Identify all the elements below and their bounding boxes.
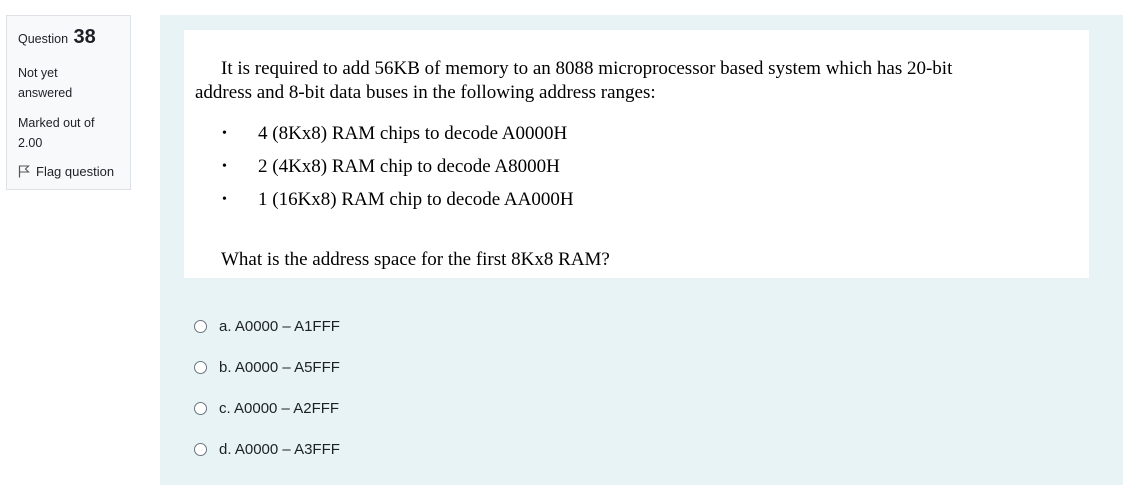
question-prompt: What is the address space for the first … bbox=[221, 249, 610, 270]
answer-option-c[interactable]: c. A0000 – A2FFF bbox=[194, 388, 340, 429]
state-line-2: answered bbox=[18, 86, 73, 100]
answer-label: c. A0000 – A2FFF bbox=[219, 400, 340, 417]
radio-button[interactable] bbox=[194, 361, 207, 374]
list-item-text: 2 (4Kx8) RAM chip to decode A8000H bbox=[258, 155, 560, 177]
answer-label: b. A0000 – A5FFF bbox=[219, 359, 340, 376]
bullet-dot: • bbox=[222, 158, 227, 174]
answer-option-a[interactable]: a. A0000 – A1FFF bbox=[194, 306, 340, 347]
radio-button[interactable] bbox=[194, 320, 207, 333]
radio-button[interactable] bbox=[194, 443, 207, 456]
bullet-dot: • bbox=[222, 125, 227, 141]
question-info-panel: Question 38 Not yet answered Marked out … bbox=[6, 15, 131, 190]
requirement-list: • 4 (8Kx8) RAM chips to decode A0000H • … bbox=[222, 117, 574, 216]
radio-button[interactable] bbox=[194, 402, 207, 415]
list-item: • 1 (16Kx8) RAM chip to decode AA000H bbox=[222, 183, 574, 216]
question-intro-line-1: It is required to add 56KB of memory to … bbox=[221, 58, 953, 79]
flag-question-button[interactable]: Flag question bbox=[18, 164, 119, 179]
question-state: Not yet answered bbox=[18, 63, 119, 103]
question-number-value: 38 bbox=[73, 26, 96, 48]
question-content: It is required to add 56KB of memory to … bbox=[160, 15, 1123, 485]
answer-option-d[interactable]: d. A0000 – A3FFF bbox=[194, 429, 340, 470]
answer-label: a. A0000 – A1FFF bbox=[219, 318, 340, 335]
question-intro: It is required to add 56KB of memory to … bbox=[195, 57, 1061, 105]
question-label: Question bbox=[18, 32, 69, 46]
question-number: Question 38 bbox=[18, 26, 119, 49]
list-item-text: 4 (8Kx8) RAM chips to decode A0000H bbox=[258, 122, 568, 144]
state-line-1: Not yet bbox=[18, 66, 58, 80]
answer-options: a. A0000 – A1FFF b. A0000 – A5FFF c. A00… bbox=[194, 306, 340, 470]
list-item: • 2 (4Kx8) RAM chip to decode A8000H bbox=[222, 150, 574, 183]
answer-label: d. A0000 – A3FFF bbox=[219, 441, 340, 458]
flag-question-label: Flag question bbox=[36, 164, 115, 179]
answer-option-b[interactable]: b. A0000 – A5FFF bbox=[194, 347, 340, 388]
bullet-dot: • bbox=[222, 191, 227, 207]
flag-icon bbox=[18, 165, 30, 178]
question-text: It is required to add 56KB of memory to … bbox=[184, 30, 1089, 278]
question-grade: Marked out of 2.00 bbox=[18, 113, 119, 153]
grade-line-2: 2.00 bbox=[18, 136, 43, 150]
grade-line-1: Marked out of bbox=[18, 116, 95, 130]
list-item-text: 1 (16Kx8) RAM chip to decode AA000H bbox=[258, 188, 574, 210]
list-item: • 4 (8Kx8) RAM chips to decode A0000H bbox=[222, 117, 574, 150]
question-intro-line-2: address and 8-bit data buses in the foll… bbox=[195, 82, 656, 103]
